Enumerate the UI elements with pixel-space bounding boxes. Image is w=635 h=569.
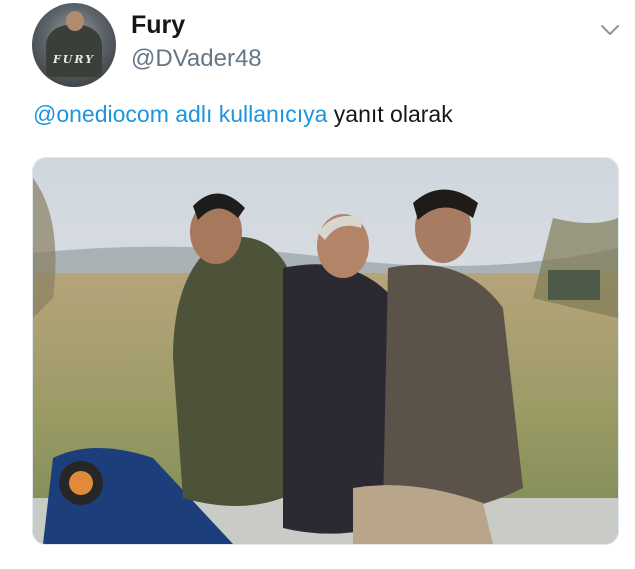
reply-link[interactable]: adlı kullanıcıya — [175, 101, 327, 127]
reply-mention[interactable]: @onediocom — [33, 101, 169, 127]
user-handle[interactable]: @DVader48 — [131, 45, 262, 73]
avatar-figure — [46, 25, 102, 77]
reply-text: yanıt olarak — [327, 101, 453, 127]
display-name[interactable]: Fury — [131, 11, 185, 40]
motorcycle-light — [69, 471, 93, 495]
avatar[interactable]: FURY — [32, 3, 116, 87]
avatar-head — [66, 11, 84, 31]
tweet-photo[interactable] — [32, 157, 619, 545]
reply-context: @onediocom adlı kullanıcıya yanıt olarak — [33, 101, 453, 128]
chevron-down-icon[interactable] — [598, 18, 622, 42]
photo-scene — [33, 158, 618, 544]
avatar-logo: FURY — [52, 53, 96, 66]
truck — [548, 270, 600, 300]
